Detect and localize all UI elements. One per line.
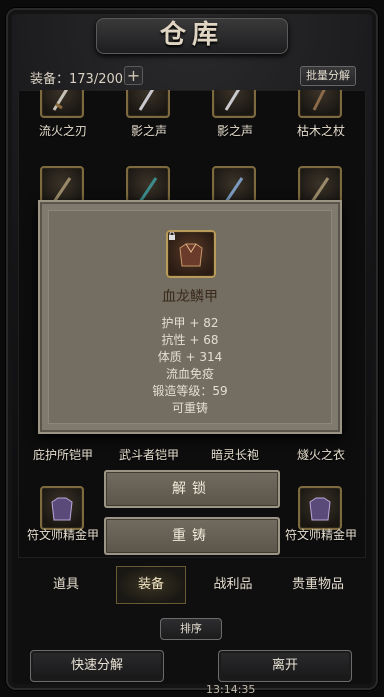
item-stat: 抗性 + 68 — [161, 333, 219, 347]
item-slot[interactable] — [40, 90, 84, 118]
item-slot[interactable] — [298, 90, 342, 118]
item-label: 燧火之衣 — [296, 448, 345, 462]
capacity-label: 装备：173/200 — [30, 72, 124, 87]
item-stat: 护甲 + 82 — [161, 316, 219, 330]
item-label: 枯木之杖 — [296, 124, 345, 138]
staff-icon — [312, 90, 326, 111]
item-stat: 可重铸 — [171, 401, 208, 415]
armor-icon — [309, 497, 331, 521]
armor-icon — [179, 243, 203, 267]
item-label: 武斗者铠甲 — [118, 448, 179, 462]
item-slot[interactable] — [298, 486, 342, 530]
quick-dismantle-button[interactable]: 快速分解 — [30, 650, 164, 682]
item-stat: 体质 + 314 — [157, 350, 223, 364]
batch-dismantle-button[interactable]: 批量分解 — [300, 66, 356, 86]
item-stat: 流血免疫 — [165, 367, 214, 381]
tab-equipment[interactable]: 装备 — [116, 566, 186, 604]
lock-icon — [169, 232, 175, 240]
item-slot[interactable] — [40, 486, 84, 530]
expand-capacity-button[interactable]: + — [124, 66, 143, 85]
item-stat: 锻造等级：59 — [152, 384, 228, 398]
item-label: 影之声 — [216, 124, 253, 138]
item-label: 暗灵长袍 — [210, 448, 259, 462]
tab-items[interactable]: 道具 — [24, 566, 108, 604]
item-detail-icon — [166, 230, 216, 278]
item-label: 符文师精金甲 — [26, 528, 99, 542]
clock: 13:14:35 — [206, 683, 256, 696]
reforge-button[interactable]: 重铸 — [104, 517, 280, 555]
tab-valuables[interactable]: 贵重物品 — [276, 566, 360, 604]
item-label: 庇护所铠甲 — [32, 448, 93, 462]
item-name: 血龙鳞甲 — [162, 289, 218, 305]
item-label: 影之声 — [130, 124, 167, 138]
item-label: 流火之刃 — [38, 124, 87, 138]
item-slot[interactable] — [212, 90, 256, 118]
item-slot[interactable] — [126, 90, 170, 118]
category-tabs: 道具 装备 战利品 贵重物品 — [18, 566, 366, 604]
leave-button[interactable]: 离开 — [218, 650, 352, 682]
armor-icon — [51, 497, 73, 521]
sword-icon — [52, 90, 69, 111]
tab-loot[interactable]: 战利品 — [196, 566, 270, 604]
window-title: 仓库 — [159, 20, 224, 50]
sword-icon — [138, 90, 155, 111]
sword-icon — [224, 90, 241, 111]
item-label: 符文师精金甲 — [284, 528, 357, 542]
unlock-button[interactable]: 解锁 — [104, 470, 280, 508]
sort-button[interactable]: 排序 — [160, 618, 222, 640]
